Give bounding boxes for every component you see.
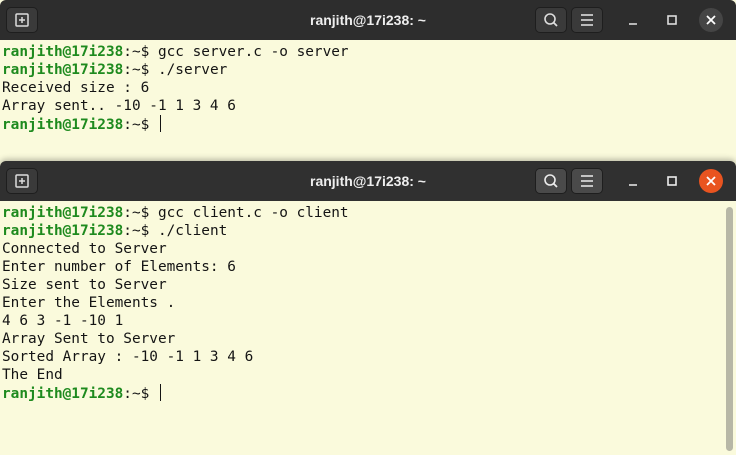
output-line: Sorted Array : -10 -1 1 3 4 6 <box>2 348 736 366</box>
prompt-line: ranjith@17i238:~$ <box>2 115 736 133</box>
prompt-user-host: ranjith@17i238 <box>2 117 124 133</box>
maximize-icon <box>667 176 677 186</box>
prompt-path: :~$ <box>123 44 150 60</box>
title-bar[interactable]: ranjith@17i238: ~ <box>0 0 736 40</box>
prompt-path: :~$ <box>123 62 150 78</box>
prompt-line: ranjith@17i238:~$ gcc client.c -o client <box>2 204 736 222</box>
output-text: Sorted Array : -10 -1 1 3 4 6 <box>2 349 254 365</box>
prompt-user-host: ranjith@17i238 <box>2 44 124 60</box>
maximize-icon <box>667 15 677 25</box>
maximize-button[interactable] <box>660 169 684 193</box>
prompt-user-host: ranjith@17i238 <box>2 223 124 239</box>
close-button[interactable] <box>699 169 723 193</box>
prompt-path: :~$ <box>123 223 150 239</box>
output-text: The End <box>2 367 63 383</box>
menu-button[interactable] <box>571 168 603 194</box>
close-icon <box>706 15 716 25</box>
search-button[interactable] <box>535 7 567 33</box>
output-line: Size sent to Server <box>2 276 736 294</box>
prompt-path: :~$ <box>123 386 150 402</box>
command-text: gcc client.c -o client <box>149 205 349 221</box>
terminal-window-server[interactable]: ranjith@17i238: ~ ranjith@17i238:~$ gcc … <box>0 0 736 161</box>
search-icon <box>544 13 558 27</box>
hamburger-menu-icon <box>581 14 593 26</box>
output-line: Enter the Elements . <box>2 294 736 312</box>
command-text: ./client <box>149 223 228 239</box>
output-line: Received size : 6 <box>2 79 736 97</box>
minimize-button[interactable] <box>621 8 645 32</box>
output-text: Size sent to Server <box>2 277 167 293</box>
close-icon <box>706 176 716 186</box>
prompt-path: :~$ <box>123 205 150 221</box>
output-line: Array Sent to Server <box>2 330 736 348</box>
output-line: 4 6 3 -1 -10 1 <box>2 312 736 330</box>
prompt-line: ranjith@17i238:~$ ./client <box>2 222 736 240</box>
prompt-line: ranjith@17i238:~$ gcc server.c -o server <box>2 43 736 61</box>
new-tab-icon <box>15 174 29 188</box>
command-text <box>149 117 158 133</box>
new-tab-button[interactable] <box>6 7 38 33</box>
minimize-icon <box>629 23 637 25</box>
minimize-button[interactable] <box>621 169 645 193</box>
output-text: Received size : 6 <box>2 80 150 96</box>
title-bar[interactable]: ranjith@17i238: ~ <box>0 161 736 201</box>
output-text: 4 6 3 -1 -10 1 <box>2 313 124 329</box>
output-text: Connected to Server <box>2 241 167 257</box>
terminal-output[interactable]: ranjith@17i238:~$ gcc server.c -o server… <box>0 40 736 161</box>
prompt-user-host: ranjith@17i238 <box>2 386 124 402</box>
hamburger-menu-icon <box>581 175 593 187</box>
command-text: ./server <box>149 62 228 78</box>
output-text: Enter number of Elements: 6 <box>2 259 236 275</box>
output-line: Enter number of Elements: 6 <box>2 258 736 276</box>
prompt-line: ranjith@17i238:~$ ./server <box>2 61 736 79</box>
new-tab-icon <box>15 13 29 27</box>
terminal-output[interactable]: ranjith@17i238:~$ gcc client.c -o client… <box>0 201 736 455</box>
output-text: Array Sent to Server <box>2 331 176 347</box>
output-text: Enter the Elements . <box>2 295 176 311</box>
output-line: Connected to Server <box>2 240 736 258</box>
new-tab-button[interactable] <box>6 168 38 194</box>
minimize-icon <box>629 184 637 186</box>
command-text: gcc server.c -o server <box>149 44 349 60</box>
search-button[interactable] <box>535 168 567 194</box>
output-text: Array sent.. -10 -1 1 3 4 6 <box>2 98 236 114</box>
prompt-path: :~$ <box>123 117 150 133</box>
output-line: Array sent.. -10 -1 1 3 4 6 <box>2 97 736 115</box>
menu-button[interactable] <box>571 7 603 33</box>
text-cursor <box>159 384 161 401</box>
text-cursor <box>159 115 161 132</box>
output-line: The End <box>2 366 736 384</box>
prompt-user-host: ranjith@17i238 <box>2 205 124 221</box>
search-icon <box>544 174 558 188</box>
terminal-window-client[interactable]: ranjith@17i238: ~ ranjith@17i238:~$ gcc … <box>0 161 736 455</box>
maximize-button[interactable] <box>660 8 684 32</box>
prompt-line: ranjith@17i238:~$ <box>2 384 736 402</box>
scrollbar[interactable] <box>726 207 733 451</box>
command-text <box>149 386 158 402</box>
prompt-user-host: ranjith@17i238 <box>2 62 124 78</box>
close-button[interactable] <box>699 8 723 32</box>
